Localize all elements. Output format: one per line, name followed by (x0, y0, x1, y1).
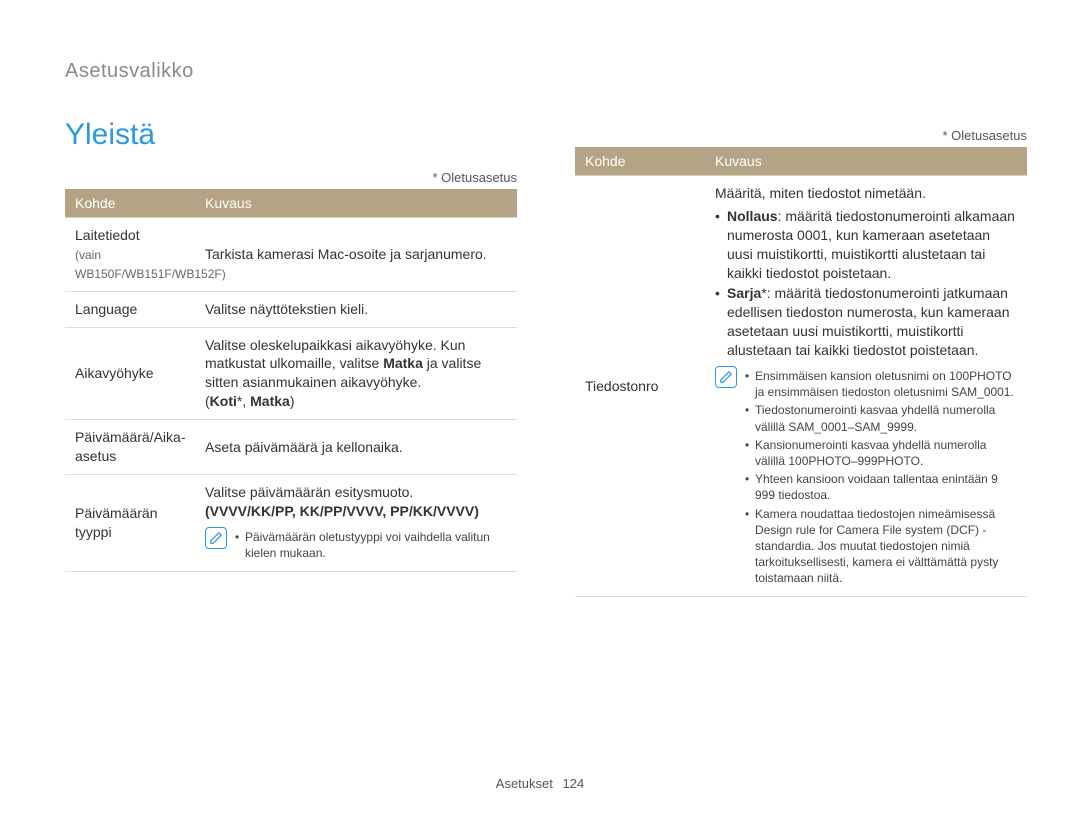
table-row: Tiedostonro Määritä, miten tiedostot nim… (575, 176, 1027, 597)
table-row: Päivämäärän tyyppi Valitse päivämäärän e… (65, 474, 517, 571)
row-kohde: Päivämäärä/Aika-asetus (65, 420, 195, 475)
note-text: Kansionumerointi kasvaa yhdellä numeroll… (745, 437, 1017, 469)
settings-table-left: Kohde Kuvaus Laitetiedot (vain WB150F/WB… (65, 189, 517, 572)
th-kohde: Kohde (575, 147, 705, 176)
th-kohde: Kohde (65, 189, 195, 218)
default-note-right: * Oletusasetus (575, 128, 1027, 143)
table-row: Aikavyöhyke Valitse oleskelupaikkasi aik… (65, 327, 517, 420)
note-text: Ensimmäisen kansion oletusnimi on 100PHO… (745, 368, 1017, 400)
row-kohde: Tiedostonro (575, 176, 705, 597)
note-icon (715, 366, 737, 388)
row-kohde: Language (65, 291, 195, 327)
th-kuvaus: Kuvaus (195, 189, 517, 218)
default-note-left: * Oletusasetus (65, 170, 517, 185)
footer-section: Asetukset (496, 776, 553, 791)
right-column: * Oletusasetus Kohde Kuvaus Tiedostonro … (575, 128, 1027, 597)
settings-table-right: Kohde Kuvaus Tiedostonro Määritä, miten … (575, 147, 1027, 597)
row-kuvaus: Aseta päivämäärä ja kellonaika. (195, 420, 517, 475)
note-text: Yhteen kansioon voidaan tallentaa enintä… (745, 471, 1017, 503)
row-kuvaus: Valitse näyttötekstien kieli. (195, 291, 517, 327)
table-row: Laitetiedot (vain WB150F/WB151F/WB152F) … (65, 218, 517, 292)
note-icon (205, 527, 227, 549)
table-row: Language Valitse näyttötekstien kieli. (65, 291, 517, 327)
page-number: 124 (563, 776, 585, 791)
note-text: Kamera noudattaa tiedostojen nimeämisess… (745, 506, 1017, 587)
breadcrumb: Asetusvalikko (65, 60, 194, 83)
th-kuvaus: Kuvaus (705, 147, 1027, 176)
row-kuvaus: Valitse oleskelupaikkasi aikavyöhyke. Ku… (195, 327, 517, 420)
table-row: Päivämäärä/Aika-asetus Aseta päivämäärä … (65, 420, 517, 475)
row-kuvaus: Määritä, miten tiedostot nimetään. Nolla… (705, 176, 1027, 597)
left-column: * Oletusasetus Kohde Kuvaus Laitetiedot … (65, 170, 517, 572)
row-kohde: Aikavyöhyke (65, 327, 195, 420)
note-text: Tiedostonumerointi kasvaa yhdellä numero… (745, 402, 1017, 434)
row-kuvaus: Valitse päivämäärän esitysmuoto. (VVVV/K… (195, 474, 517, 571)
row-kohde: Laitetiedot (75, 227, 140, 243)
page-footer: Asetukset 124 (0, 776, 1080, 791)
row-kohde: Päivämäärän tyyppi (65, 474, 195, 571)
row-kuvaus: Tarkista kamerasi Mac-osoite ja sarjanum… (195, 218, 517, 292)
section-title: Yleistä (65, 118, 155, 152)
note-text: Päivämäärän oletustyyppi voi vaihdella v… (235, 529, 507, 561)
